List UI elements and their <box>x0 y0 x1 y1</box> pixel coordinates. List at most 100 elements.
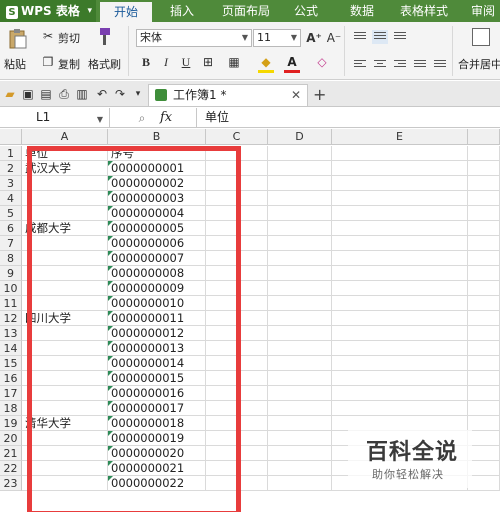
row-header[interactable]: 10 <box>0 281 22 296</box>
font-name-select[interactable]: 宋体 ▼ <box>136 29 252 47</box>
table-cell[interactable] <box>22 476 108 491</box>
increase-font-icon[interactable]: A⁺ <box>306 30 322 46</box>
table-cell[interactable]: 0000000018 <box>108 416 206 431</box>
table-cell[interactable] <box>332 416 468 431</box>
row-header[interactable]: 8 <box>0 251 22 266</box>
row-header[interactable]: 17 <box>0 386 22 401</box>
row-header[interactable]: 20 <box>0 431 22 446</box>
table-cell[interactable] <box>468 266 500 281</box>
distribute-icon[interactable] <box>432 58 448 72</box>
table-cell[interactable] <box>468 476 500 491</box>
table-cell[interactable]: 0000000007 <box>108 251 206 266</box>
table-cell[interactable] <box>332 176 468 191</box>
table-cell[interactable] <box>268 341 332 356</box>
table-cell[interactable] <box>206 476 268 491</box>
table-cell[interactable]: 0000000001 <box>108 161 206 176</box>
table-cell[interactable]: 0000000006 <box>108 236 206 251</box>
table-cell[interactable] <box>206 431 268 446</box>
table-cell[interactable]: 0000000013 <box>108 341 206 356</box>
borders-icon[interactable]: ⊞ <box>200 54 216 70</box>
table-cell[interactable] <box>332 356 468 371</box>
table-cell[interactable] <box>206 266 268 281</box>
table-cell[interactable] <box>22 176 108 191</box>
table-cell[interactable]: 0000000012 <box>108 326 206 341</box>
table-cell[interactable] <box>206 326 268 341</box>
copy-icon[interactable]: ❐ <box>40 54 56 70</box>
table-cell[interactable] <box>468 341 500 356</box>
cut-button[interactable]: 剪切 <box>58 30 80 46</box>
table-cell[interactable] <box>22 281 108 296</box>
table-cell[interactable] <box>268 161 332 176</box>
merge-center-icon[interactable] <box>472 28 490 46</box>
table-cell[interactable] <box>206 221 268 236</box>
table-cell[interactable] <box>468 416 500 431</box>
table-cell[interactable] <box>332 341 468 356</box>
table-cell[interactable] <box>268 431 332 446</box>
table-cell[interactable] <box>22 386 108 401</box>
decrease-font-icon[interactable]: A⁻ <box>326 30 342 46</box>
italic-button[interactable]: I <box>158 54 174 70</box>
table-cell[interactable] <box>468 356 500 371</box>
row-header[interactable]: 18 <box>0 401 22 416</box>
column-header-e[interactable]: E <box>332 129 468 145</box>
row-header[interactable]: 2 <box>0 161 22 176</box>
redo-icon[interactable]: ↷ <box>112 86 128 102</box>
table-cell[interactable] <box>22 446 108 461</box>
table-cell[interactable]: 0000000004 <box>108 206 206 221</box>
add-tab-icon[interactable]: + <box>313 85 326 104</box>
table-cell[interactable] <box>206 146 268 161</box>
table-cell[interactable] <box>468 386 500 401</box>
table-cell[interactable]: 0000000019 <box>108 431 206 446</box>
table-cell[interactable] <box>332 221 468 236</box>
row-header[interactable]: 3 <box>0 176 22 191</box>
table-cell[interactable] <box>468 446 500 461</box>
table-cell[interactable] <box>332 401 468 416</box>
table-cell[interactable] <box>268 416 332 431</box>
table-cell[interactable] <box>206 341 268 356</box>
align-bottom-icon[interactable] <box>392 30 408 44</box>
table-cell[interactable] <box>468 146 500 161</box>
table-cell[interactable] <box>206 236 268 251</box>
table-cell[interactable] <box>468 311 500 326</box>
table-cell[interactable]: 0000000010 <box>108 296 206 311</box>
zoom-icon[interactable]: ⌕ <box>134 110 150 126</box>
table-cell[interactable] <box>206 446 268 461</box>
table-cell[interactable] <box>268 296 332 311</box>
table-cell[interactable]: 0000000015 <box>108 371 206 386</box>
row-header[interactable]: 12 <box>0 311 22 326</box>
table-cell[interactable] <box>332 371 468 386</box>
row-header[interactable]: 16 <box>0 371 22 386</box>
format-painter-button[interactable]: 格式刷 <box>88 56 121 72</box>
table-cell[interactable] <box>332 161 468 176</box>
table-cell[interactable] <box>268 206 332 221</box>
table-cell[interactable] <box>468 401 500 416</box>
table-cell[interactable] <box>268 146 332 161</box>
table-cell[interactable] <box>22 431 108 446</box>
table-cell[interactable] <box>206 296 268 311</box>
table-cell[interactable]: 单位 <box>22 146 108 161</box>
table-cell[interactable] <box>268 386 332 401</box>
table-cell[interactable] <box>268 446 332 461</box>
select-all-corner[interactable] <box>0 129 22 145</box>
table-cell[interactable] <box>268 281 332 296</box>
justify-icon[interactable] <box>412 58 428 72</box>
table-cell[interactable] <box>22 341 108 356</box>
app-menu-button[interactable]: S WPS 表格 ▾ <box>0 0 96 22</box>
table-cell[interactable] <box>206 401 268 416</box>
tab-data[interactable]: 数据 <box>342 0 382 22</box>
table-cell[interactable]: 0000000021 <box>108 461 206 476</box>
table-cell[interactable] <box>268 326 332 341</box>
column-header-f[interactable] <box>468 129 500 145</box>
fx-icon[interactable]: fx <box>160 108 172 127</box>
row-header[interactable]: 21 <box>0 446 22 461</box>
table-cell[interactable] <box>468 191 500 206</box>
table-cell[interactable]: 0000000003 <box>108 191 206 206</box>
table-cell[interactable] <box>22 371 108 386</box>
column-header-b[interactable]: B <box>108 129 206 145</box>
tab-insert[interactable]: 插入 <box>160 0 204 22</box>
align-left-icon[interactable] <box>352 58 368 72</box>
close-icon[interactable]: ✕ <box>291 85 301 105</box>
table-cell[interactable] <box>468 326 500 341</box>
table-cell[interactable] <box>206 206 268 221</box>
column-header-d[interactable]: D <box>268 129 332 145</box>
